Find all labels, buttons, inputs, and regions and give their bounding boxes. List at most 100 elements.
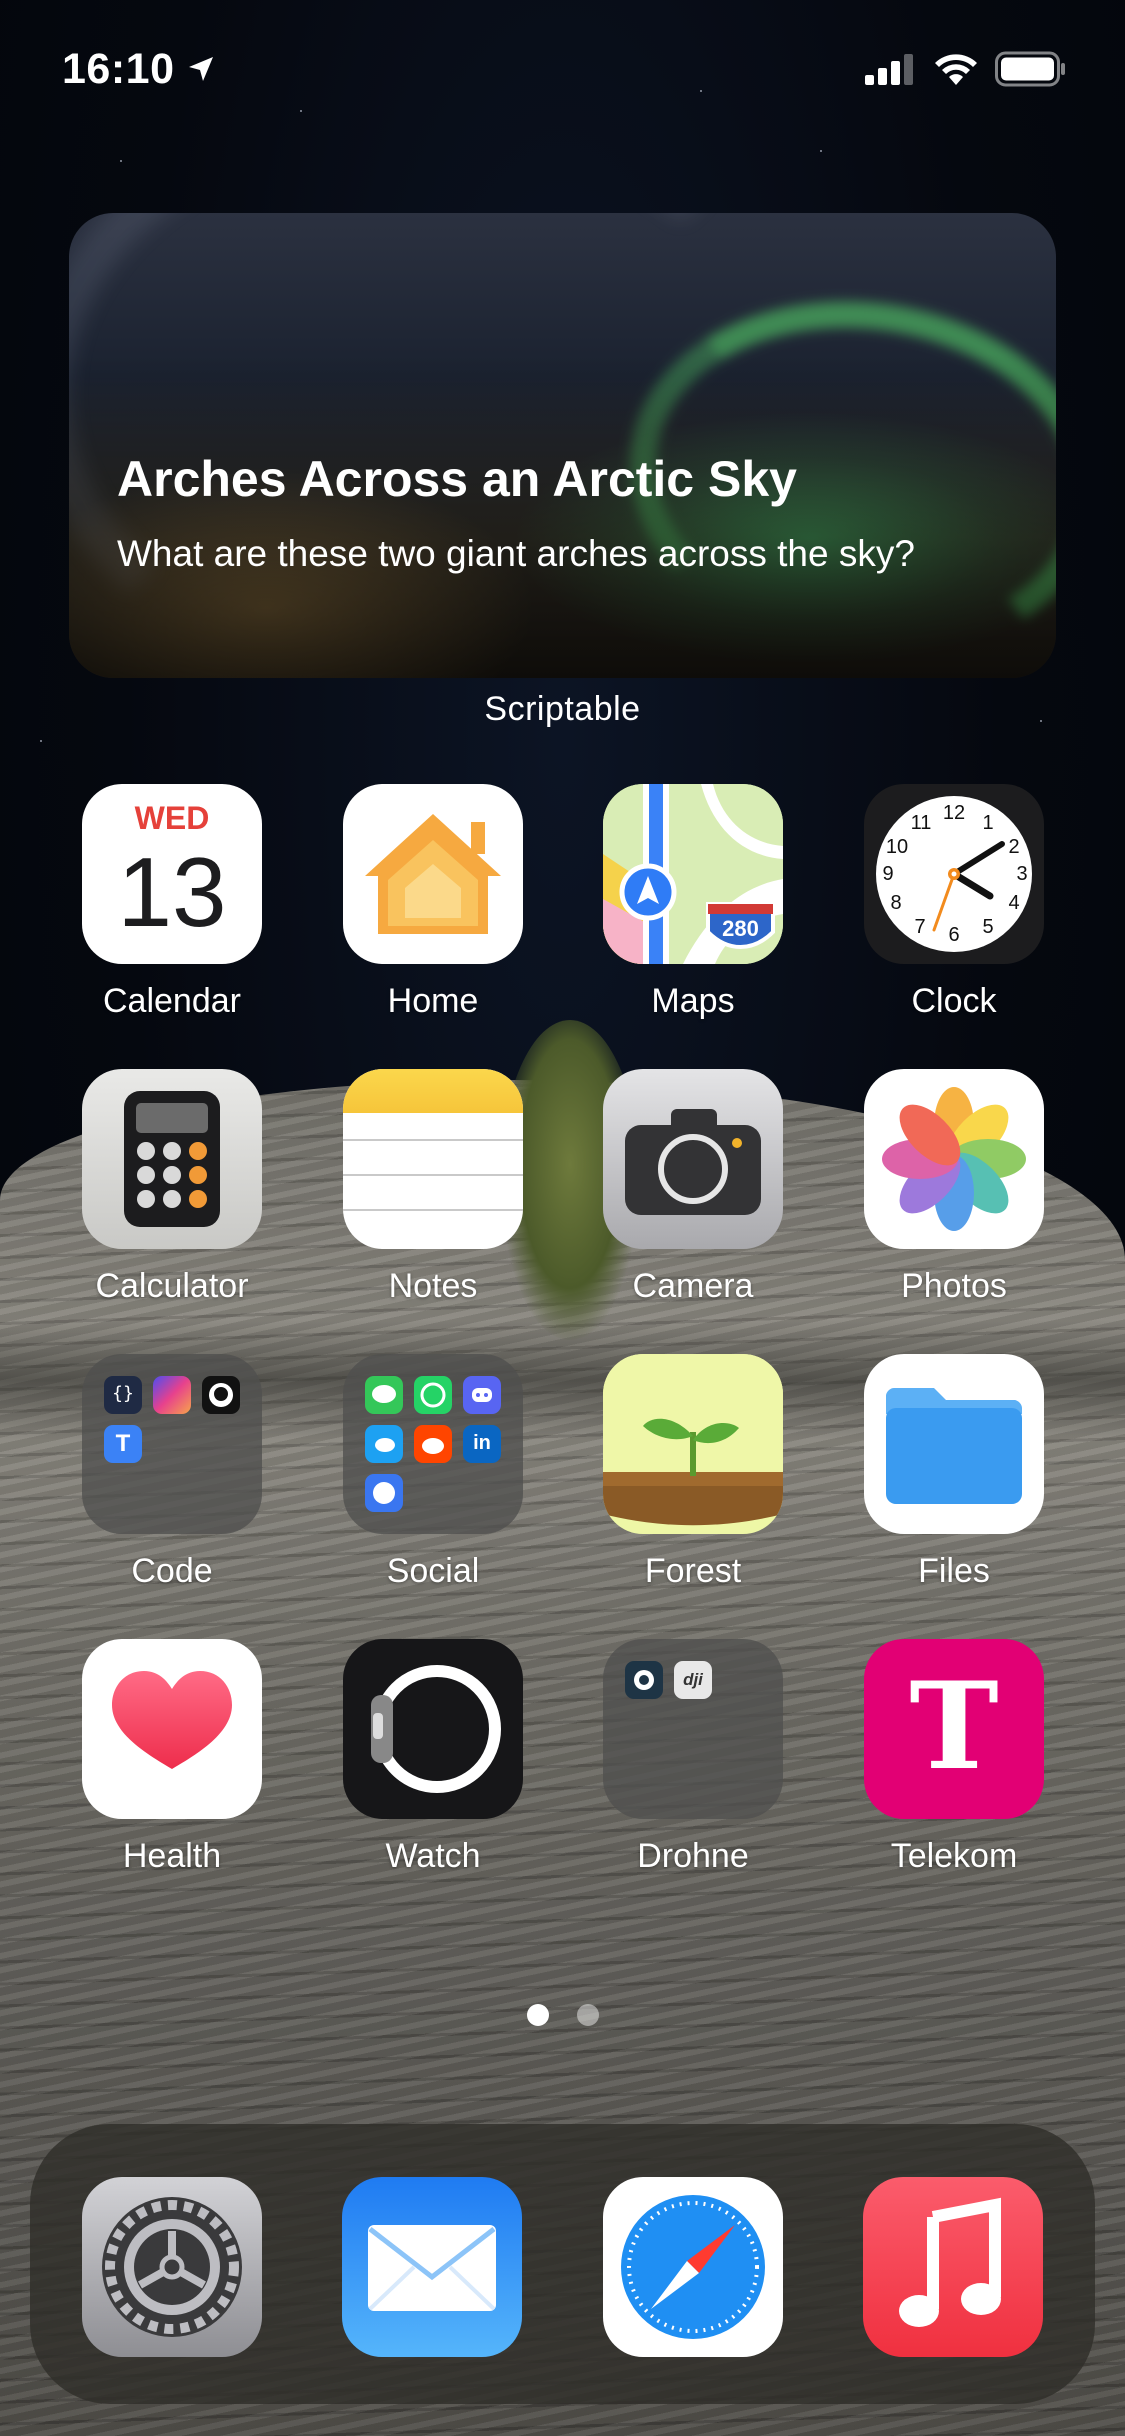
app-label: Health: [122, 1837, 222, 1875]
clock-number-2: 2: [1008, 836, 1020, 858]
music-app[interactable]: [863, 2177, 1043, 2357]
clock-number-11: 11: [910, 812, 932, 834]
clock-number-12: 12: [942, 802, 966, 824]
scriptable-mini-icon: {}: [104, 1376, 142, 1414]
safari-app[interactable]: [603, 2177, 783, 2357]
discord-mini-icon: [463, 1376, 501, 1414]
app-forest[interactable]: Forest: [603, 1354, 783, 1591]
calendar-icon: WED 13: [82, 784, 262, 964]
music-note-icon: [899, 2197, 1001, 2327]
app-calculator[interactable]: Calculator: [82, 1069, 262, 1306]
app-label: Watch: [385, 1837, 481, 1875]
mail-app[interactable]: [342, 2177, 522, 2357]
folder-social[interactable]: in Social: [343, 1354, 523, 1591]
shortcuts-mini-icon: [153, 1376, 191, 1414]
drohne-folder-icon: dji: [603, 1639, 783, 1819]
forest-icon: [603, 1354, 783, 1534]
clock-number-7: 7: [914, 916, 926, 938]
star: [120, 160, 122, 162]
app-label: Camera: [632, 1267, 754, 1305]
app-clock[interactable]: 12 1 2 3 4 5 6 7 8 9 10 11 Clock: [864, 784, 1044, 1021]
watch-icon: [343, 1639, 523, 1819]
home-icon: [343, 784, 523, 964]
textastic-letter: T: [115, 1430, 131, 1457]
battery-icon: [995, 51, 1065, 87]
photos-icon: [864, 1069, 1044, 1249]
clock-number-8: 8: [890, 892, 902, 914]
clock-number-6: 6: [948, 924, 960, 946]
files-icon: [864, 1354, 1044, 1534]
watch-ring-icon: [371, 1665, 501, 1793]
twitter-mini-icon: [365, 1425, 403, 1463]
scriptable-widget[interactable]: Arches Across an Arctic Sky What are the…: [69, 213, 1056, 678]
textastic-mini-icon: T: [104, 1425, 142, 1463]
folder-drohne[interactable]: dji Drohne: [603, 1639, 783, 1876]
app-camera[interactable]: Camera: [603, 1069, 783, 1306]
app-files[interactable]: Files: [864, 1354, 1044, 1591]
app-label: Code: [131, 1552, 213, 1590]
app-label: Home: [387, 982, 479, 1020]
notes-line: [343, 1209, 523, 1211]
app-label: Drohne: [637, 1837, 749, 1875]
status-bar: 16:10: [62, 44, 1067, 94]
maps-icon: 280: [603, 784, 783, 964]
clock-number-4: 4: [1008, 892, 1020, 914]
calculator-icon: [82, 1069, 262, 1249]
settings-app[interactable]: [82, 2177, 262, 2357]
app-label: Forest: [644, 1552, 742, 1590]
folder-code[interactable]: {} T Code: [82, 1354, 262, 1591]
dock: [30, 2124, 1095, 2404]
sprout-icon: [603, 1354, 783, 1526]
app-label: Files: [918, 1552, 990, 1590]
app-health[interactable]: Health: [82, 1639, 262, 1876]
location-arrow-icon: [189, 57, 214, 81]
health-icon: [82, 1639, 262, 1819]
app-maps[interactable]: 280 Maps: [603, 784, 783, 1021]
app-watch[interactable]: Watch: [343, 1639, 523, 1876]
clock-number-3: 3: [1016, 863, 1028, 885]
status-time: 16:10: [62, 45, 216, 94]
github-mini-icon: [202, 1376, 240, 1414]
calendar-day: 13: [117, 837, 227, 947]
messages-mini-icon: [365, 1376, 403, 1414]
whatsapp-mini-icon: [414, 1376, 452, 1414]
linkedin-mini-icon: in: [463, 1425, 501, 1463]
house-icon: [365, 814, 501, 934]
app-telekom[interactable]: T Telekom: [864, 1639, 1044, 1876]
time-text: 16:10: [62, 44, 175, 93]
clock-icon: 12 1 2 3 4 5 6 7 8 9 10 11: [864, 784, 1044, 964]
app-label: Photos: [901, 1267, 1007, 1305]
app-label: Social: [386, 1552, 480, 1590]
telekom-logo: T: [909, 1656, 999, 1797]
clock-number-5: 5: [982, 916, 994, 938]
dji-logo-text: dji: [683, 1670, 703, 1689]
app-photos[interactable]: Photos: [864, 1069, 1044, 1306]
cellular-signal-icon: [865, 54, 913, 85]
dji-mini-icon: dji: [674, 1661, 712, 1699]
app-label: Telekom: [890, 1837, 1018, 1875]
app-label: Calendar: [103, 982, 241, 1020]
app-calendar[interactable]: WED 13 Calendar: [82, 784, 262, 1021]
page-dot-2[interactable]: [576, 2004, 599, 2026]
linkedin-letters: in: [473, 1432, 491, 1454]
widget-title: Arches Across an Arctic Sky: [117, 451, 797, 507]
clock-number-9: 9: [882, 863, 894, 885]
reddit-mini-icon: [414, 1425, 452, 1463]
camera-body-icon: [625, 1109, 761, 1215]
notes-line: [343, 1174, 523, 1176]
social-folder-icon: in: [343, 1354, 523, 1534]
app-home[interactable]: Home: [343, 784, 523, 1021]
notes-line: [343, 1139, 523, 1141]
notes-header-band: [343, 1069, 523, 1113]
widget-subtitle: What are these two giant arches across t…: [117, 533, 915, 574]
code-folder-icon: {} T: [82, 1354, 262, 1534]
app-label: Maps: [651, 982, 735, 1020]
milky-way-arc: [69, 213, 809, 678]
page-dot-1[interactable]: [526, 2004, 549, 2026]
clock-number-10: 10: [885, 836, 909, 858]
clock-number-1: 1: [982, 812, 994, 834]
calculator-keypad-icon: [124, 1091, 220, 1227]
app-notes[interactable]: Notes: [343, 1069, 523, 1306]
page-indicator[interactable]: [0, 2004, 1125, 2026]
wifi-icon: [935, 54, 977, 85]
